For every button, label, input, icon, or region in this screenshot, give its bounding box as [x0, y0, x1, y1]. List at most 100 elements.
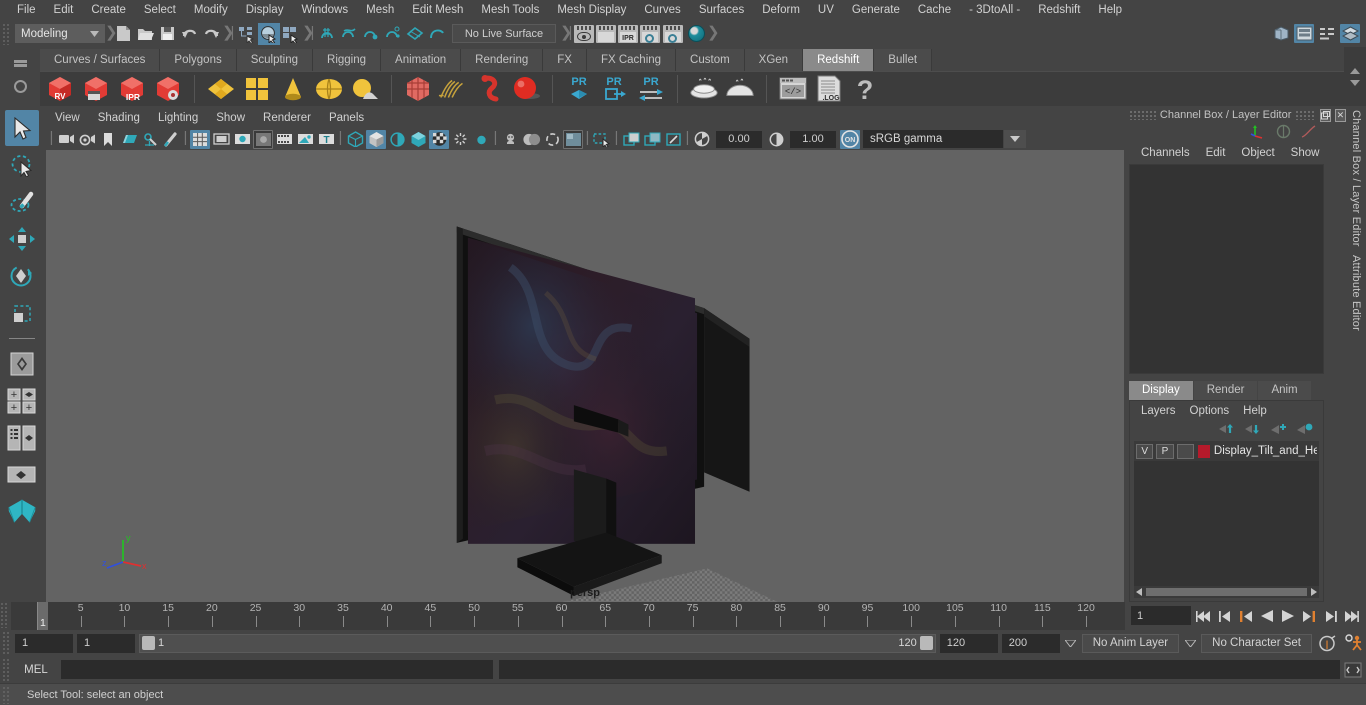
anim-layer-combo[interactable]: No Anim Layer: [1081, 633, 1180, 653]
gamma-field[interactable]: 1.00: [790, 130, 836, 148]
animation-preferences-icon[interactable]: [1342, 634, 1366, 652]
gate-mask-icon[interactable]: [253, 129, 273, 149]
film-origin-icon[interactable]: [274, 130, 294, 149]
layer-name[interactable]: Display_Tilt_and_Heigh: [1214, 445, 1317, 457]
last-tool-used[interactable]: [5, 346, 39, 382]
viewport-menu-shading[interactable]: Shading: [89, 108, 149, 128]
command-output[interactable]: [499, 660, 1340, 679]
screen-space-ao-icon[interactable]: [521, 130, 541, 149]
layer-menu-layers[interactable]: Layers: [1134, 401, 1183, 421]
poly-plane-icon[interactable]: [205, 72, 237, 106]
open-scene-icon[interactable]: [134, 23, 156, 45]
render-globals-icon[interactable]: [663, 24, 683, 43]
redshift-log-icon[interactable]: .LOG: [813, 72, 845, 106]
animation-start-time-field[interactable]: 1: [15, 633, 73, 653]
script-editor-icon[interactable]: [1340, 662, 1366, 678]
redshift-hair-icon[interactable]: [438, 72, 470, 106]
redshift-proxy-icon[interactable]: [402, 72, 434, 106]
resolution-gate-icon[interactable]: [232, 130, 252, 149]
redshift-sphere-icon[interactable]: [510, 72, 542, 106]
snap-to-view-plane-icon[interactable]: [404, 23, 426, 45]
viewport-menu-panels[interactable]: Panels: [320, 108, 373, 128]
step-forward-keyframe-icon[interactable]: [1321, 606, 1339, 626]
wireframe-icon[interactable]: [345, 130, 365, 149]
step-forward-frame-icon[interactable]: [1300, 606, 1318, 626]
shelf-options-gear-icon[interactable]: [13, 80, 27, 94]
graph-curve-icon[interactable]: [1301, 125, 1316, 141]
menu-create[interactable]: Create: [82, 0, 135, 20]
layer-list[interactable]: V P Display_Tilt_and_Heigh: [1134, 441, 1319, 586]
side-tab-attribute-editor[interactable]: Attribute Editor: [1350, 255, 1362, 331]
menu-file[interactable]: File: [8, 0, 45, 20]
motion-blur-icon[interactable]: [542, 130, 562, 149]
xray-icon[interactable]: [429, 129, 449, 149]
shelf-tab-polygons[interactable]: Polygons: [160, 49, 237, 71]
channel-menu-edit[interactable]: Edit: [1198, 142, 1234, 164]
bookmark-icon[interactable]: [98, 130, 118, 149]
channel-box-panel[interactable]: [1129, 164, 1324, 374]
attribute-editor-icon[interactable]: [1294, 24, 1314, 43]
play-backwards-icon[interactable]: [1258, 606, 1276, 626]
scroll-thumb[interactable]: [1146, 588, 1307, 596]
menu-redshift[interactable]: Redshift: [1029, 0, 1089, 20]
poly-cube-icon[interactable]: [241, 72, 273, 106]
perspective-viewport[interactable]: y x z persp: [46, 150, 1124, 602]
status-line-grip[interactable]: [2, 22, 11, 45]
shelf-scroll-up-icon[interactable]: [1350, 67, 1360, 74]
shelf-scroll-down-icon[interactable]: [1350, 79, 1360, 86]
xray-joints-icon[interactable]: [450, 130, 470, 149]
snap-to-projected-center-icon[interactable]: [382, 23, 404, 45]
redshift-volume-icon[interactable]: [474, 72, 506, 106]
gamma-icon[interactable]: [766, 130, 786, 149]
snap-to-point-icon[interactable]: [360, 23, 382, 45]
layer-menu-options[interactable]: Options: [1183, 401, 1237, 421]
shelf-tab-curves-surfaces[interactable]: Curves / Surfaces: [40, 49, 161, 71]
move-tool[interactable]: [5, 221, 39, 257]
layer-tab-anim[interactable]: Anim: [1258, 381, 1311, 400]
command-input[interactable]: [61, 660, 493, 679]
menu-set-selector[interactable]: Modeling: [15, 24, 105, 43]
lasso-select-tool[interactable]: [5, 147, 39, 183]
film-gate-icon[interactable]: [211, 130, 231, 149]
playback-end-time-field[interactable]: 120: [939, 633, 998, 653]
layer-tab-display[interactable]: Display: [1129, 381, 1193, 400]
image-plane-icon[interactable]: [119, 130, 139, 149]
channel-box-icon[interactable]: [1340, 24, 1360, 43]
layer-visibility-toggle[interactable]: V: [1136, 443, 1154, 459]
shelf-tab-sculpting[interactable]: Sculpting: [236, 49, 314, 71]
select-by-object-icon[interactable]: [258, 22, 280, 45]
menu-generate[interactable]: Generate: [843, 0, 909, 20]
step-back-frame-icon[interactable]: [1237, 606, 1255, 626]
side-tab-channel-box[interactable]: Channel Box / Layer Editor: [1350, 110, 1362, 247]
menu-windows[interactable]: Windows: [292, 0, 357, 20]
layer-tab-render[interactable]: Render: [1193, 381, 1258, 400]
menu-3dtoall[interactable]: - 3DtoAll -: [960, 0, 1029, 20]
live-surface-field[interactable]: No Live Surface: [452, 24, 556, 43]
auto-keyframe-icon[interactable]: |: [1316, 634, 1338, 652]
grease-pencil-icon[interactable]: [161, 130, 181, 149]
new-scene-icon[interactable]: [112, 23, 134, 45]
menu-edit[interactable]: Edit: [45, 0, 83, 20]
shelf-tab-rigging[interactable]: Rigging: [313, 49, 382, 71]
ipr-render-icon[interactable]: IPR: [618, 24, 638, 43]
move-layer-up-icon[interactable]: [1219, 423, 1235, 438]
render-view-icon[interactable]: [574, 24, 594, 43]
multisample-icon[interactable]: [563, 129, 583, 149]
snapshot-icon[interactable]: [621, 130, 641, 149]
time-slider-grip[interactable]: [0, 602, 9, 628]
text-toggle-icon[interactable]: T: [316, 130, 336, 149]
menu-mesh[interactable]: Mesh: [357, 0, 403, 20]
maya-logo-icon[interactable]: [5, 494, 39, 530]
menu-display[interactable]: Display: [237, 0, 293, 20]
menu-mesh-tools[interactable]: Mesh Tools: [472, 0, 548, 20]
manipulator-icon[interactable]: [1276, 124, 1291, 142]
anim-layer-dropdown-icon[interactable]: [1064, 634, 1078, 652]
redshift-help-icon[interactable]: ?: [849, 72, 881, 106]
step-back-keyframe-icon[interactable]: [1216, 606, 1234, 626]
animation-end-time-field[interactable]: 200: [1001, 633, 1060, 653]
viewport-menu-show[interactable]: Show: [207, 108, 254, 128]
shelf-tab-fx[interactable]: FX: [543, 49, 587, 71]
shelf-tab-redshift[interactable]: Redshift: [803, 49, 875, 71]
layer-menu-help[interactable]: Help: [1236, 401, 1274, 421]
help-line-grip[interactable]: [2, 685, 11, 704]
